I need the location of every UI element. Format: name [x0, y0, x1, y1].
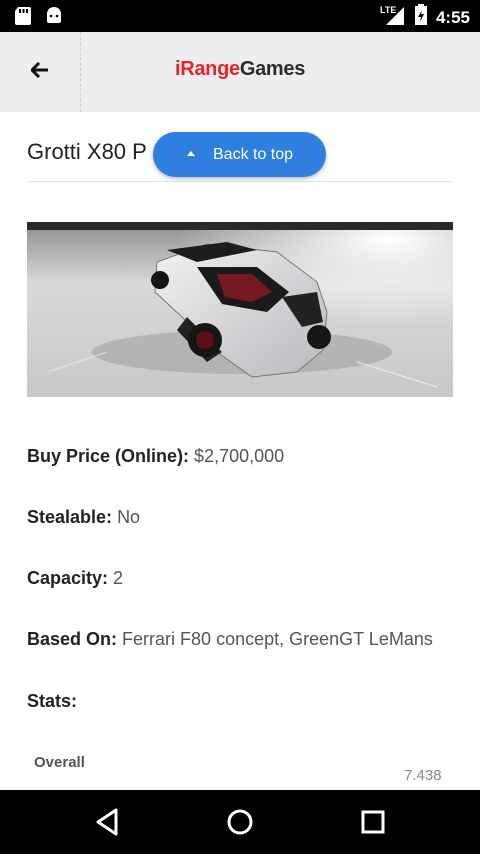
status-right: LTE 4:55 — [380, 4, 470, 31]
detail-row-buy-price: Buy Price (Online): $2,700,000 — [27, 446, 284, 467]
svg-text:LTE: LTE — [380, 5, 396, 15]
android-icon — [44, 6, 64, 31]
sd-card-icon — [14, 6, 32, 31]
system-nav-bar — [0, 790, 480, 854]
battery-icon — [414, 4, 428, 31]
brand-logo[interactable]: iRangeGames — [0, 58, 480, 81]
detail-label: Stealable: — [27, 507, 113, 527]
app-header: iRangeGames — [0, 32, 480, 112]
back-triangle-icon — [90, 808, 126, 844]
title-divider — [27, 181, 453, 182]
detail-row-capacity: Capacity: 2 — [27, 568, 123, 589]
detail-label: Buy Price (Online): — [27, 446, 190, 466]
status-bar: LTE 4:55 — [0, 0, 480, 32]
back-to-top-label: Back to top — [213, 145, 294, 163]
brand-red-text: iRange — [174, 58, 240, 80]
detail-value: $2,700,000 — [194, 446, 285, 466]
stats-heading: Stats: — [27, 691, 78, 711]
recents-square-icon — [355, 810, 391, 844]
detail-value: Ferrari F80 concept, GreenGT LeMans — [122, 629, 433, 649]
detail-label: Capacity: — [27, 568, 109, 588]
detail-label: Based On: — [27, 629, 118, 649]
screen: LTE 4:55 iRangeGames Grotti X80 P Back t… — [0, 0, 480, 854]
detail-row-stealable: Stealable: No — [27, 507, 140, 528]
signal-icon: LTE — [380, 4, 406, 31]
detail-value: No — [117, 507, 141, 527]
status-time: 4:55 — [435, 7, 470, 27]
caret-up-icon — [187, 151, 195, 156]
overall-stat-label: Overall — [34, 754, 85, 771]
brand-dark-text: Games — [239, 58, 306, 80]
detail-row-based-on: Based On: Ferrari F80 concept, GreenGT L… — [27, 629, 433, 650]
home-circle-icon — [222, 809, 258, 844]
overall-stat-value: 7.438 — [404, 767, 442, 784]
detail-value: 2 — [113, 568, 124, 588]
page-title: Grotti X80 P — [27, 139, 147, 164]
car-image — [27, 222, 453, 397]
back-to-top-button[interactable]: Back to top — [153, 132, 326, 177]
status-left — [14, 6, 64, 31]
nav-recents-button[interactable] — [355, 804, 391, 840]
nav-back-button[interactable] — [90, 804, 126, 840]
nav-home-button[interactable] — [222, 804, 258, 840]
